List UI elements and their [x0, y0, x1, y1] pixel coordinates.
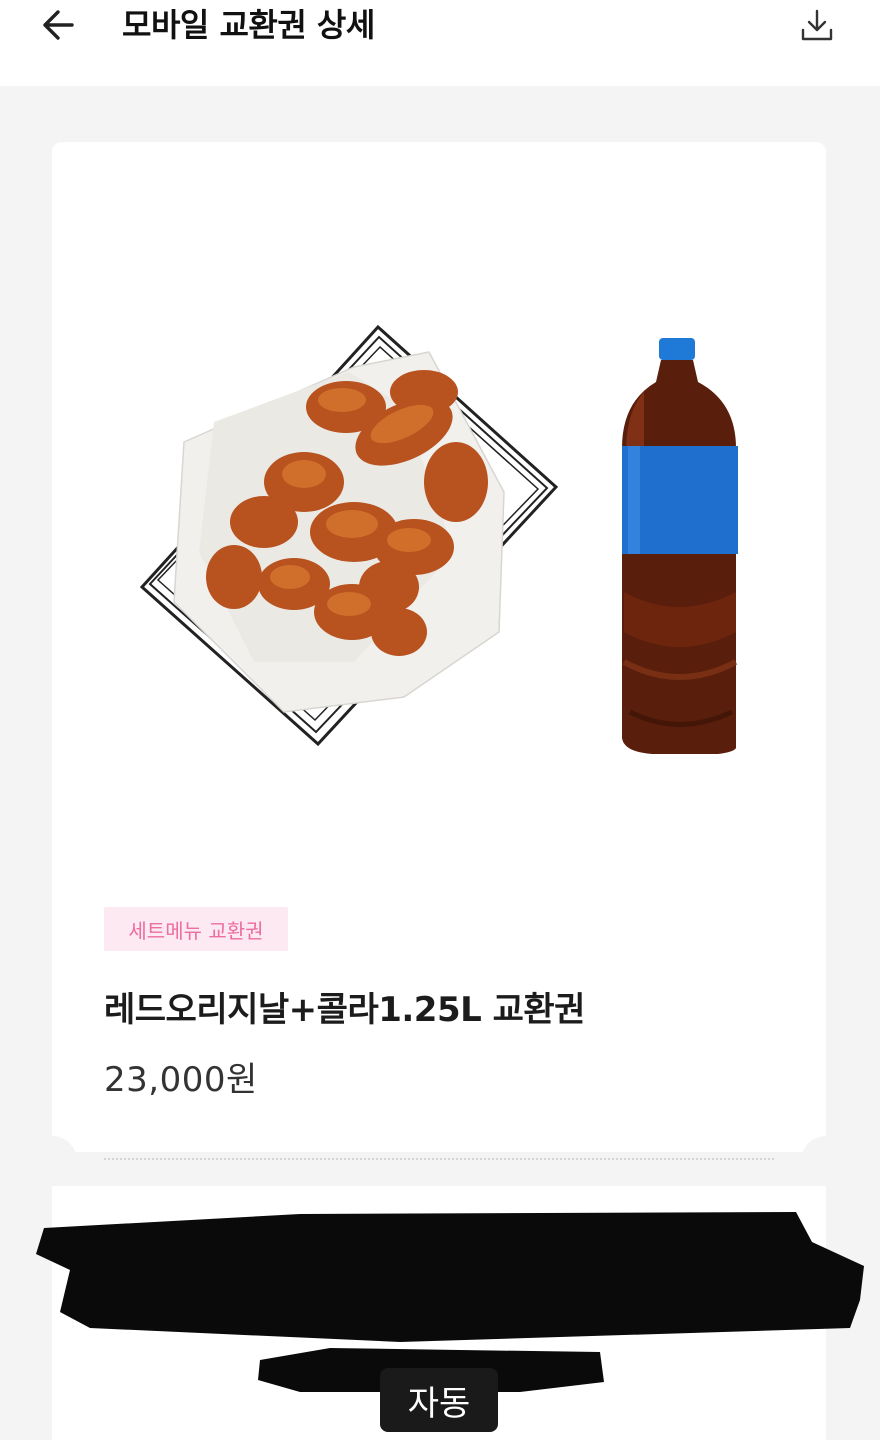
ticket-notch-left [27, 1136, 77, 1186]
category-badge: 세트메뉴 교환권 [104, 907, 288, 951]
download-icon [801, 9, 833, 41]
product-name: 레드오리지날+콜라1.25L 교환권 [104, 990, 585, 1030]
page-title: 모바일 교환권 상세 [122, 6, 375, 44]
cola-bottle-image [622, 338, 738, 754]
product-price: 23,000원 [104, 1060, 258, 1100]
ticket-notch-right [801, 1136, 851, 1186]
download-button[interactable] [792, 2, 842, 48]
auto-badge[interactable]: 자동 [380, 1368, 498, 1432]
ticket-divider [104, 1158, 774, 1160]
arrow-left-icon [43, 10, 74, 40]
product-image [104, 192, 772, 860]
chicken-basket-image [139, 324, 559, 747]
back-button[interactable] [30, 2, 86, 48]
app-header: 모바일 교환권 상세 [0, 0, 880, 86]
